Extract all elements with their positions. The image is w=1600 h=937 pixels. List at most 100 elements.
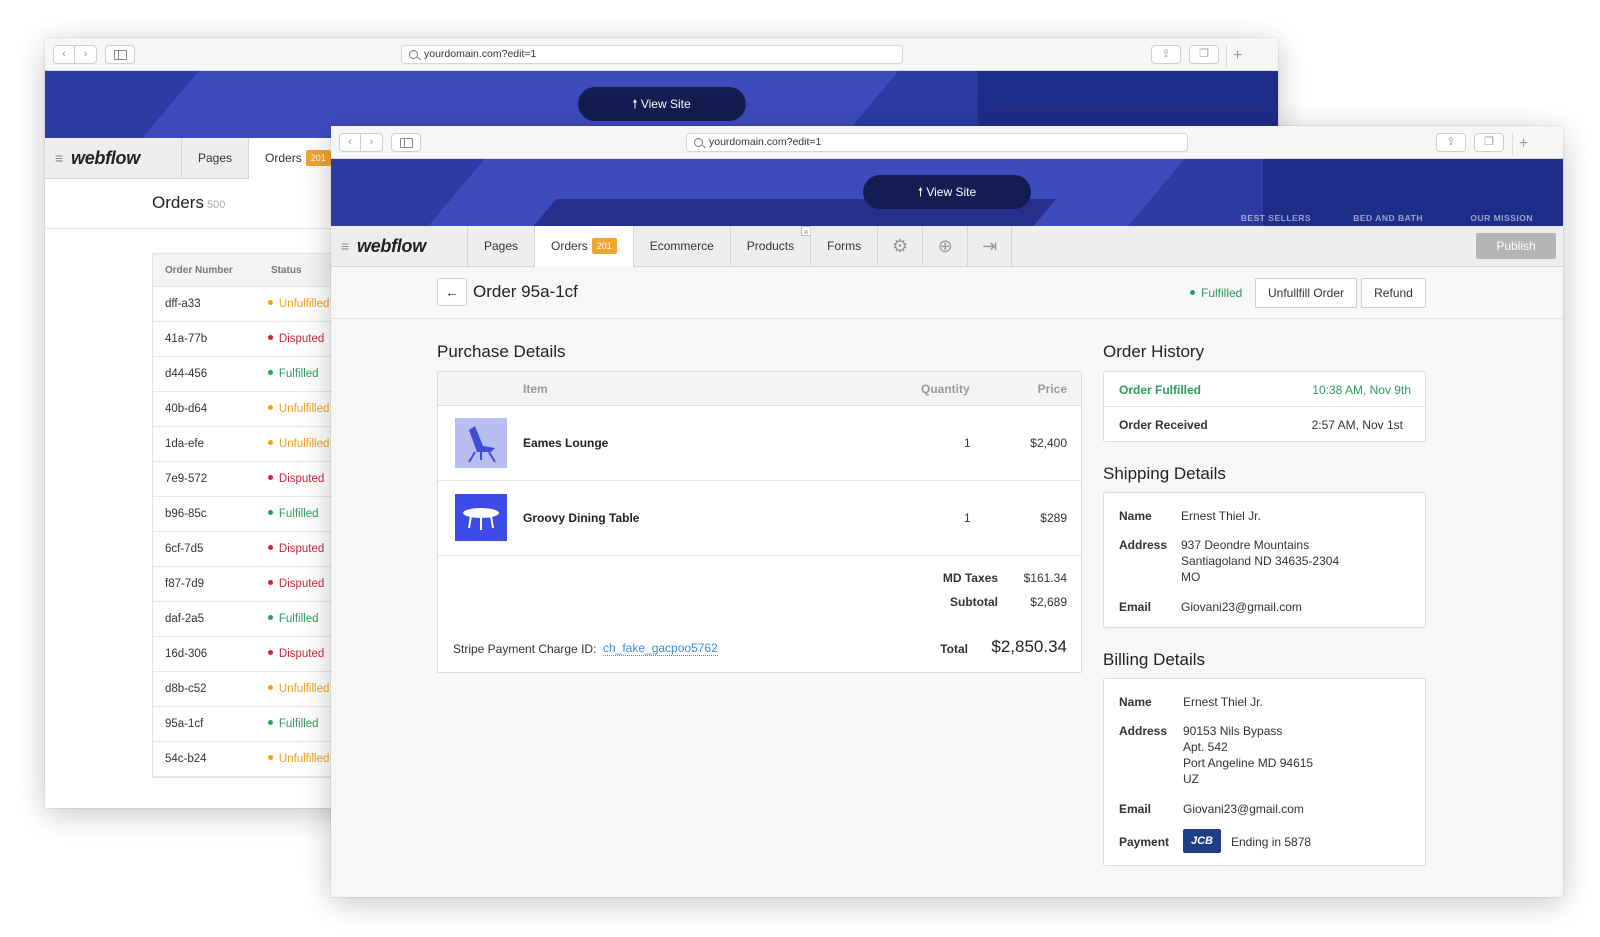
history-row: Order Received 2:57 AM, Nov 1st: [1104, 407, 1425, 442]
order-number: f87-7d9: [165, 578, 205, 590]
status-dot-icon: [267, 720, 273, 725]
hero-nav-best-sellers[interactable]: BEST SELLERS: [1241, 213, 1311, 223]
view-site-button[interactable]: 🠕 View Site: [863, 175, 1031, 209]
eames-lounge-thumbnail: [455, 418, 507, 468]
help-lifebuoy-icon[interactable]: ⊕: [922, 226, 967, 266]
tax-label: MD Taxes: [942, 571, 998, 585]
address-bar[interactable]: yourdomain.com?edit=1: [686, 133, 1188, 152]
item-name: Eames Lounge: [523, 436, 609, 450]
share-icon[interactable]: ⇪: [1436, 133, 1466, 152]
tab-products[interactable]: Products ×: [729, 226, 812, 266]
table-row[interactable]: d44-456 Fulfilled: [153, 357, 351, 392]
exit-icon[interactable]: ⇥: [967, 226, 1013, 266]
table-row[interactable]: b96-85c Fulfilled: [153, 497, 351, 532]
order-number: 54c-b24: [165, 753, 207, 765]
forward-arrow-icon[interactable]: ›: [361, 133, 383, 152]
search-icon: [409, 50, 418, 59]
sidebar-toggle-icon[interactable]: [105, 45, 135, 64]
search-icon: [694, 138, 703, 147]
status-text: Unfulfilled: [278, 403, 330, 415]
site-hero: BEST SELLERS BED AND BATH OUR MISSION 🠕 …: [331, 159, 1563, 226]
status-text: Fulfilled: [278, 508, 319, 520]
settings-gear-icon[interactable]: ⚙: [877, 226, 922, 266]
table-row[interactable]: 16d-306 Disputed: [153, 637, 351, 672]
status-dot-icon: [267, 545, 273, 550]
billing-email: Giovani23@gmail.com: [1183, 802, 1304, 816]
new-tab-icon[interactable]: +: [1226, 45, 1248, 67]
table-row[interactable]: 6cf-7d5 Disputed: [153, 532, 351, 567]
table-row[interactable]: 1da-efe Unfulfilled: [153, 427, 351, 462]
refund-button[interactable]: Refund: [1361, 278, 1426, 308]
status-dot-icon: [267, 440, 273, 445]
table-row[interactable]: d8b-c52 Unfulfilled: [153, 672, 351, 707]
forward-arrow-icon[interactable]: ›: [75, 45, 97, 64]
browser-toolbar: ‹ › yourdomain.com?edit=1 ⇪ ❐ +: [45, 38, 1278, 71]
shipping-address-label: Address: [1119, 538, 1168, 552]
jcb-card-icon: JCB: [1183, 829, 1221, 853]
purchase-details-card: Item Quantity Price Eames Lounge 1 $2,40…: [437, 371, 1082, 673]
status-text: Fulfilled: [278, 613, 319, 625]
history-event: Order Fulfilled: [1119, 383, 1202, 397]
foreground-browser-window: ‹ › yourdomain.com?edit=1 ⇪ ❐ + BEST SEL…: [331, 126, 1563, 897]
column-order-number[interactable]: Order Number: [153, 254, 271, 286]
orders-table-header: Order Number Status: [153, 254, 351, 287]
table-row[interactable]: dff-a33 Unfulfilled: [153, 287, 351, 322]
hero-nav-bed-and-bath[interactable]: BED AND BATH: [1353, 213, 1423, 223]
unfulfill-order-button[interactable]: Unfullfill Order: [1255, 278, 1357, 308]
tab-pages[interactable]: Pages: [181, 138, 248, 178]
status-dot-icon: [267, 300, 273, 305]
order-number: b96-85c: [165, 508, 207, 520]
order-number: 16d-306: [165, 648, 208, 660]
table-row[interactable]: f87-7d9 Disputed: [153, 567, 351, 602]
tab-orders[interactable]: Orders 201: [534, 226, 633, 267]
table-row[interactable]: 95a-1cf Fulfilled: [153, 707, 351, 742]
view-site-button[interactable]: 🠕 View Site: [577, 87, 746, 121]
status-text: Unfulfilled: [278, 753, 330, 765]
order-header: ← Order 95a-1cf Fulfilled Unfullfill Ord…: [331, 267, 1563, 319]
billing-details-card: Name Ernest Thiel Jr. Address 90153 Nils…: [1103, 678, 1426, 866]
orders-count-badge: 201: [305, 150, 331, 166]
hero-nav-our-mission[interactable]: OUR MISSION: [1470, 213, 1533, 223]
status-text: Unfulfilled: [278, 298, 330, 310]
table-row[interactable]: 7e9-572 Disputed: [153, 462, 351, 497]
publish-button[interactable]: Publish: [1476, 233, 1556, 259]
item-name: Groovy Dining Table: [523, 511, 640, 525]
status-dot-icon: [267, 475, 273, 480]
share-icon[interactable]: ⇪: [1151, 45, 1181, 64]
table-row[interactable]: 40b-d64 Unfulfilled: [153, 392, 351, 427]
status-dot-icon: [267, 615, 273, 620]
hamburger-menu-icon[interactable]: ≡: [331, 226, 357, 266]
back-arrow-icon[interactable]: ‹: [53, 45, 75, 64]
stripe-charge-link[interactable]: ch_fake_gacpoo5762: [603, 641, 718, 656]
back-to-orders-button[interactable]: ←: [437, 278, 467, 306]
table-row[interactable]: 54c-b24 Unfulfilled: [153, 742, 351, 777]
billing-address-line: 90153 Nils Bypass: [1183, 724, 1283, 738]
shipping-details-card: Name Ernest Thiel Jr. Address 937 Deondr…: [1103, 492, 1426, 628]
line-item: Eames Lounge 1 $2,400: [438, 406, 1081, 481]
tab-pages[interactable]: Pages: [467, 226, 534, 266]
tab-forms[interactable]: Forms: [810, 226, 877, 266]
back-arrow-icon[interactable]: ‹: [339, 133, 361, 152]
status-text: Disputed: [278, 333, 325, 345]
table-row[interactable]: 41a-77b Disputed: [153, 322, 351, 357]
tabs-icon[interactable]: ❐: [1189, 45, 1219, 64]
history-time: 2:57 AM, Nov 1st: [1311, 418, 1403, 432]
status-dot-icon: [267, 405, 273, 410]
address-bar[interactable]: yourdomain.com?edit=1: [401, 45, 903, 64]
table-row[interactable]: daf-2a5 Fulfilled: [153, 602, 351, 637]
history-event: Order Received: [1119, 418, 1208, 432]
billing-name: Ernest Thiel Jr.: [1183, 695, 1263, 709]
url-text: yourdomain.com?edit=1: [424, 48, 537, 60]
column-status[interactable]: Status: [271, 254, 302, 286]
editor-topbar: ≡ webflow Pages Orders 201 Ecommerce Prod…: [331, 226, 1563, 267]
status-dot-icon: [267, 510, 273, 515]
sidebar-toggle-icon[interactable]: [391, 133, 421, 152]
shipping-name: Ernest Thiel Jr.: [1181, 509, 1261, 523]
tab-ecommerce[interactable]: Ecommerce: [632, 226, 730, 266]
tabs-icon[interactable]: ❐: [1474, 133, 1504, 152]
hamburger-menu-icon[interactable]: ≡: [45, 138, 71, 178]
shipping-email: Giovani23@gmail.com: [1181, 600, 1302, 614]
billing-address-line: UZ: [1183, 772, 1199, 786]
new-tab-icon[interactable]: +: [1512, 133, 1534, 155]
order-number: d44-456: [165, 368, 208, 380]
